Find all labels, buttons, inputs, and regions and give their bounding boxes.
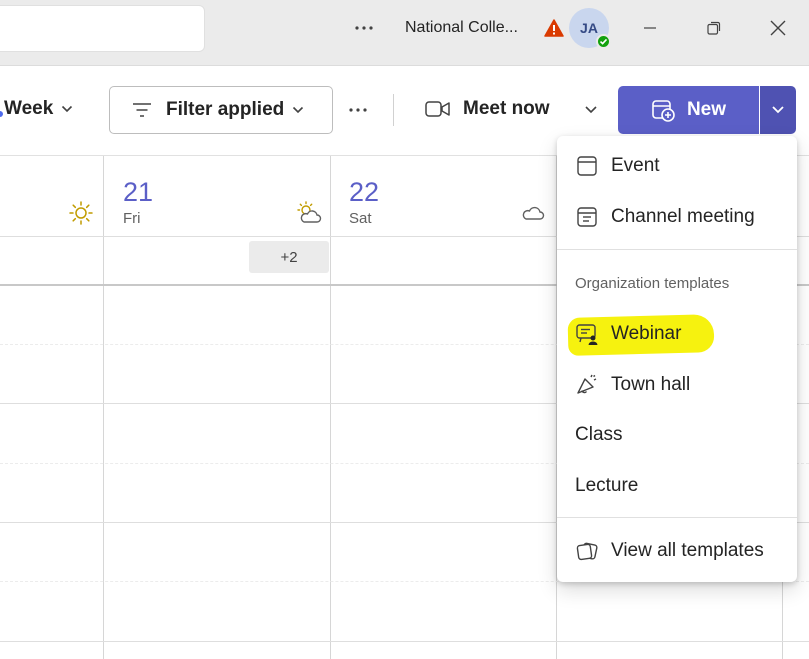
menu-divider — [557, 517, 797, 518]
toolbar-divider — [393, 94, 394, 126]
menu-item-town-hall[interactable]: Town hall — [557, 362, 797, 408]
day-number[interactable]: 22 — [349, 177, 379, 208]
calendar-icon — [575, 154, 599, 178]
minimize-button[interactable] — [636, 14, 664, 42]
menu-item-label: View all templates — [611, 540, 764, 561]
chevron-down-icon — [62, 105, 73, 113]
search-input[interactable] — [0, 5, 205, 52]
megaphone-icon — [575, 373, 599, 397]
video-camera-icon — [425, 101, 450, 117]
day-name: Fri — [123, 210, 141, 227]
view-switcher-button[interactable]: Week — [4, 98, 73, 120]
chevron-down-icon — [293, 106, 304, 114]
calendar-add-icon — [652, 100, 675, 122]
menu-item-lecture[interactable]: Lecture — [557, 463, 797, 509]
view-label: Week — [4, 98, 54, 119]
new-label: New — [686, 99, 727, 120]
more-options-icon[interactable] — [350, 14, 378, 42]
title-bar: National Colle... JA — [0, 0, 809, 66]
more-events-button[interactable]: +2 — [249, 241, 329, 273]
webinar-icon — [575, 322, 599, 346]
day-name: Sat — [349, 210, 372, 227]
more-options-icon[interactable] — [344, 96, 372, 124]
filter-icon — [133, 103, 151, 117]
menu-item-class[interactable]: Class — [557, 412, 797, 458]
menu-item-label: Lecture — [575, 475, 639, 496]
organization-name[interactable]: National Colle... — [405, 19, 518, 37]
menu-divider — [557, 249, 797, 250]
templates-icon — [575, 539, 599, 563]
avatar-initials: JA — [580, 20, 598, 36]
menu-item-label: Class — [575, 424, 623, 445]
view-indicator-dot — [0, 111, 3, 117]
warning-icon[interactable] — [544, 19, 564, 37]
partly-sunny-icon — [296, 200, 322, 226]
menu-item-view-all-templates[interactable]: View all templates — [557, 528, 797, 574]
hour-line — [0, 641, 809, 642]
restore-button[interactable] — [700, 14, 728, 42]
filter-label: Filter applied — [166, 99, 285, 120]
meet-now-button[interactable]: Meet now — [425, 98, 550, 120]
chevron-down-icon — [772, 106, 784, 114]
meet-now-label: Meet now — [463, 98, 550, 119]
menu-item-channel-meeting[interactable]: Channel meeting — [557, 194, 797, 240]
filter-button[interactable]: Filter applied — [109, 86, 333, 134]
new-dropdown-menu: Event Channel meeting Organization templ… — [557, 136, 797, 582]
menu-item-webinar[interactable]: Webinar — [557, 311, 797, 357]
meet-now-dropdown[interactable] — [584, 102, 598, 120]
channel-calendar-icon — [575, 205, 599, 229]
day-divider — [103, 156, 104, 659]
cloud-icon — [520, 200, 546, 226]
close-button[interactable] — [764, 14, 792, 42]
menu-section-heading: Organization templates — [575, 275, 730, 292]
avatar[interactable]: JA — [569, 8, 611, 49]
day-divider — [330, 156, 331, 659]
menu-item-label: Webinar — [611, 323, 682, 344]
sun-icon — [68, 200, 94, 226]
menu-item-label: Event — [611, 155, 660, 176]
new-dropdown-button[interactable] — [760, 86, 796, 134]
day-number[interactable]: 21 — [123, 177, 153, 208]
presence-available-icon — [596, 34, 611, 49]
new-meeting-button[interactable]: New — [618, 86, 759, 134]
chevron-down-icon — [585, 106, 597, 114]
menu-item-label: Channel meeting — [611, 206, 755, 227]
menu-item-label: Town hall — [611, 374, 691, 395]
menu-item-event[interactable]: Event — [557, 143, 797, 189]
